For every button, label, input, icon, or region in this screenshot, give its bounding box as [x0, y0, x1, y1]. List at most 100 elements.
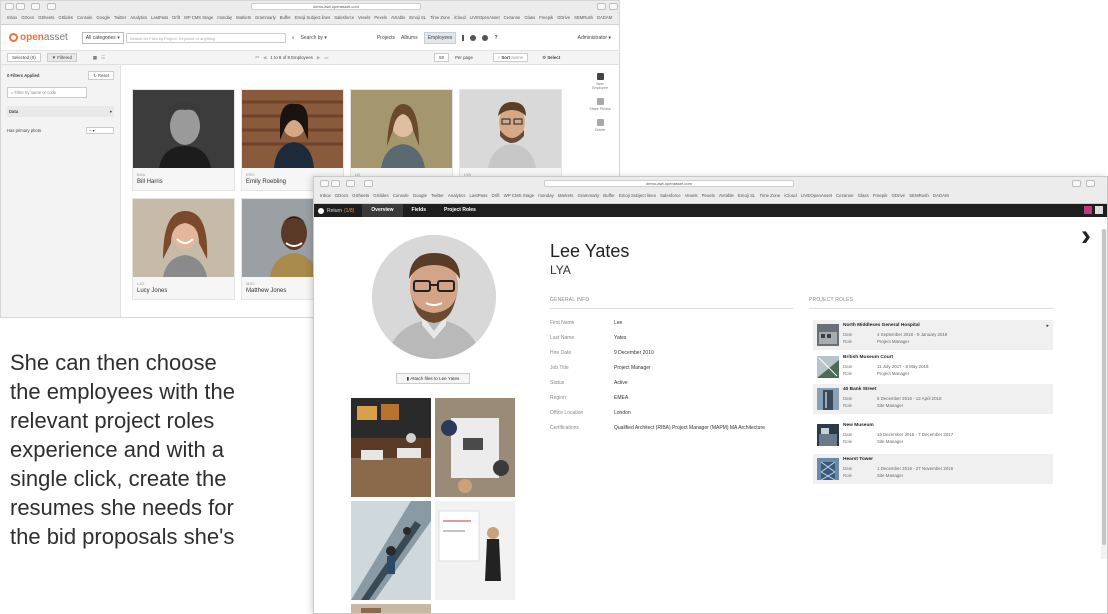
bookmark-link[interactable]: Inbox — [7, 15, 17, 20]
attach-files-button[interactable]: ▮ Attach files to Lee Yates — [396, 373, 470, 384]
search-icon[interactable]: ⌕ — [292, 35, 295, 41]
new-tab-icon[interactable] — [1086, 180, 1095, 187]
nav-albums[interactable]: Albums — [401, 35, 418, 41]
next-page-icon[interactable]: ▶ — [317, 55, 320, 61]
bookmark-link[interactable]: iCloud — [784, 193, 796, 198]
bookmark-link[interactable]: Time Zone — [430, 15, 450, 20]
selected-button[interactable]: Selected (0) — [7, 53, 41, 62]
project-role-item[interactable]: New Museum Date 16 December 2015 - 7 Dec… — [813, 420, 1053, 450]
new-employee-action[interactable]: New Employee — [589, 73, 611, 90]
bookmark-link[interactable]: Buffer — [280, 15, 291, 20]
bookmark-link[interactable]: Inbox — [320, 193, 331, 198]
bookmark-link[interactable]: Salesforce — [660, 193, 681, 198]
bookmark-link[interactable]: WP CMS Stage — [184, 15, 213, 20]
bookmark-link[interactable]: LIVEOpenAsset — [801, 193, 832, 198]
tab-fields[interactable]: Fields — [403, 204, 435, 217]
bookmark-link[interactable]: Console — [393, 193, 409, 198]
bookmark-link[interactable]: Drift — [172, 15, 180, 20]
bookmark-link[interactable]: monday — [538, 193, 554, 198]
reset-button[interactable]: ↻ Reset — [88, 71, 114, 80]
bookmark-link[interactable]: Freepik — [539, 15, 553, 20]
openasset-logo[interactable]: open asset — [9, 32, 68, 43]
bookmark-link[interactable]: GSlides — [58, 15, 73, 20]
bookmark-link[interactable]: Glass — [858, 193, 869, 198]
select-button[interactable]: ⚙ Select — [542, 55, 560, 61]
tab-project-roles[interactable]: Project Roles — [435, 204, 485, 217]
grid-view-icon[interactable]: ▦ — [93, 55, 97, 61]
bookmark-link[interactable]: Emoji SL — [409, 15, 426, 20]
bookmark-link[interactable]: Vexels — [358, 15, 370, 20]
bookmark-link[interactable]: Grammarly — [577, 193, 599, 198]
bookmark-link[interactable]: GDrive — [557, 15, 570, 20]
chevron-right-icon[interactable]: ▸ — [1046, 323, 1049, 329]
bookmark-link[interactable]: Drift — [492, 193, 500, 198]
project-role-item[interactable]: Hearst Tower Date 1 December 2015 - 27 N… — [813, 454, 1053, 484]
filter-name-input[interactable]: ⌕ Filter by name or code — [7, 87, 87, 98]
forward-nav-icon[interactable] — [16, 3, 25, 10]
data-section-header[interactable]: Data ▾ — [7, 106, 114, 117]
bookmark-link[interactable]: WP CMS Stage — [504, 193, 535, 198]
nav-employees[interactable]: Employees — [423, 31, 457, 44]
bookmark-link[interactable]: Twitter — [431, 193, 444, 198]
bookmark-link[interactable]: Markets — [558, 193, 574, 198]
scrollbar[interactable] — [1101, 229, 1107, 559]
bookmark-link[interactable]: Vexels — [685, 193, 698, 198]
per-page-select[interactable]: 50 — [434, 53, 450, 62]
bookmark-link[interactable]: Pexels — [374, 15, 387, 20]
bookmark-link[interactable]: Buffer — [603, 193, 615, 198]
help-icon[interactable]: ? — [494, 35, 497, 41]
tabs-overview-icon[interactable] — [364, 180, 373, 187]
bookmark-link[interactable]: iCloud — [454, 15, 466, 20]
bookmark-link[interactable]: Pexels — [702, 193, 715, 198]
bookmark-link[interactable]: DADAM — [597, 15, 612, 20]
bookmark-link[interactable]: LastPass — [469, 193, 487, 198]
employee-card[interactable]: LJO Lucy Jones — [132, 198, 235, 300]
search-by-dropdown[interactable]: Search by ▾ — [301, 35, 327, 41]
bookmark-link[interactable]: DADAM — [933, 193, 949, 198]
last-page-icon[interactable]: ⏭ — [324, 55, 328, 60]
search-input[interactable]: Search for Files by Project, Keyword or … — [125, 32, 286, 43]
more-icon[interactable] — [462, 34, 465, 41]
bookmark-link[interactable]: Twitter — [114, 15, 126, 20]
bookmark-link[interactable]: Emoji SL — [738, 193, 756, 198]
bookmark-link[interactable]: Emoji Subject lines — [295, 15, 330, 20]
has-primary-photo-select[interactable]: – ▾ — [86, 127, 114, 134]
next-employee-chevron-icon[interactable]: › — [1081, 221, 1091, 251]
bookmark-link[interactable]: Freepik — [873, 193, 888, 198]
bookmark-link[interactable]: GDocs — [21, 15, 34, 20]
bookmark-link[interactable]: LIVEOpenAsset — [470, 15, 500, 20]
gallery-image[interactable] — [351, 398, 431, 497]
back-nav-icon[interactable] — [320, 180, 329, 187]
tab-overview[interactable]: Overview — [362, 204, 403, 217]
category-select[interactable]: All categories ▾ — [81, 31, 124, 44]
bookmark-link[interactable]: GSheets — [352, 193, 369, 198]
user-menu[interactable]: Administrator ▾ — [578, 35, 611, 41]
bookmark-link[interactable]: Salesforce — [334, 15, 354, 20]
bookmark-link[interactable]: Glass — [524, 15, 535, 20]
color-swatch-icon[interactable] — [1084, 206, 1092, 214]
nav-projects[interactable]: Projects — [377, 35, 395, 41]
bookmark-link[interactable]: Console — [77, 15, 92, 20]
bookmark-link[interactable]: GSheets — [38, 15, 54, 20]
filtered-button[interactable]: ▼ Filtered — [46, 53, 77, 62]
sidebar-toggle-icon[interactable] — [346, 180, 355, 187]
bookmark-link[interactable]: AVIable — [391, 15, 405, 20]
scrollbar-thumb[interactable] — [1102, 229, 1106, 545]
gallery-image[interactable] — [435, 501, 515, 600]
bookmark-link[interactable]: Markets — [236, 15, 251, 20]
list-view-icon[interactable]: ☰ — [101, 55, 105, 61]
prev-page-icon[interactable]: ◀ — [263, 55, 266, 61]
share-icon[interactable] — [1072, 180, 1081, 187]
bookmark-link[interactable]: GSlides — [373, 193, 388, 198]
return-button[interactable]: Return (1/8) — [314, 207, 362, 214]
bookmark-link[interactable]: monday — [217, 15, 232, 20]
employee-card[interactable]: BHA Bill Harris — [132, 89, 235, 191]
sidebar-toggle-icon[interactable] — [31, 3, 40, 10]
address-bar[interactable]: demo-awt.openasset.com — [251, 3, 421, 10]
settings-icon[interactable] — [482, 34, 489, 41]
bookmark-link[interactable]: LastPass — [151, 15, 168, 20]
gallery-image[interactable] — [435, 398, 515, 497]
bookmark-link[interactable]: SEMRush — [574, 15, 593, 20]
bookmark-link[interactable]: Analytics — [448, 193, 466, 198]
gallery-image[interactable] — [351, 501, 431, 600]
